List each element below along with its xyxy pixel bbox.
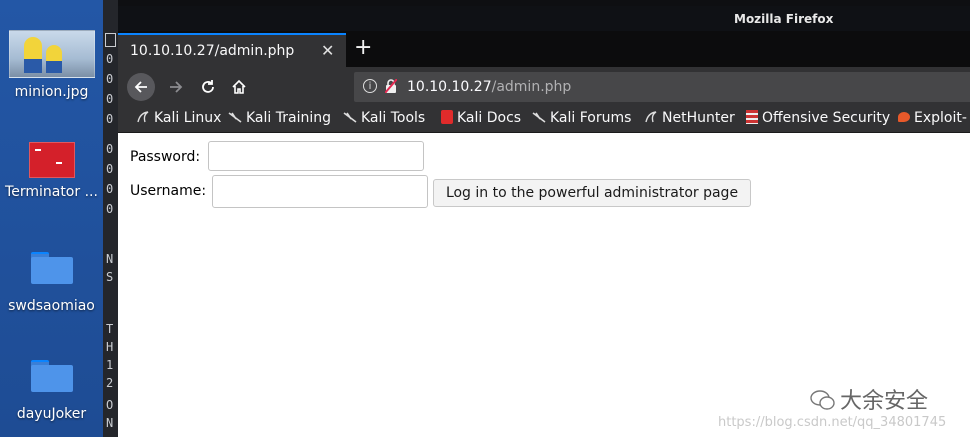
exploitdb-icon [898, 112, 910, 122]
forward-button[interactable] [162, 73, 190, 101]
login-submit-button[interactable]: Log in to the powerful administrator pag… [433, 179, 751, 207]
bookmark-label: Exploit- [914, 110, 967, 126]
password-label: Password: [130, 149, 201, 165]
terminal-char: O [106, 398, 114, 412]
terminal-char: S [106, 270, 114, 284]
arrow-right-icon [170, 81, 183, 93]
reload-icon [202, 80, 214, 93]
bookmark-nethunter[interactable]: NetHunter [644, 110, 735, 126]
wechat-icon [810, 390, 835, 410]
desktop-icon-swdsaomiao[interactable]: swdsaomiao [0, 252, 103, 314]
folder-icon [30, 360, 73, 392]
terminal-char: 0 [106, 182, 114, 196]
desktop-icon-label: minion.jpg [14, 84, 89, 100]
url-host: 10.10.10.27 [407, 79, 492, 95]
url-path: /admin.php [491, 79, 572, 95]
arrow-left-icon [134, 81, 147, 93]
desktop-icon-minion[interactable]: minion.jpg [0, 30, 103, 100]
reload-button[interactable] [194, 73, 222, 101]
terminal-char: 2 [106, 376, 114, 390]
bookmark-label: NetHunter [662, 110, 735, 126]
bookmark-kali-docs[interactable]: Kali Docs [441, 110, 521, 126]
bookmarks-toolbar: Kali Linux Kali Training Kali Tools Kali… [118, 107, 970, 133]
page-content: Password: Username: Log in to the powerf… [118, 133, 970, 437]
desktop-icon-dayujoker[interactable]: dayuJoker [0, 360, 103, 422]
url-bar[interactable]: i 10.10.10.27/admin.php [354, 72, 970, 102]
tab-strip: 10.10.10.27/admin.php ✕ + [118, 31, 970, 67]
home-button[interactable] [225, 73, 253, 101]
image-thumbnail [8, 30, 95, 78]
terminator-icon [28, 142, 75, 178]
terminal-char: 0 [106, 162, 114, 176]
bookmark-kali-linux[interactable]: Kali Linux [136, 110, 221, 126]
desktop-icon-label: Terminator ... [5, 184, 98, 200]
tab-admin-php[interactable]: 10.10.10.27/admin.php ✕ [118, 33, 346, 67]
terminal-char: N [106, 416, 114, 430]
desktop-icon-label: dayuJoker [16, 406, 87, 422]
window-title: Mozilla Firefox [734, 12, 834, 26]
terminal-char: 0 [106, 72, 114, 86]
bookmark-exploit-db[interactable]: Exploit- [898, 110, 967, 126]
bookmark-label: Kali Linux [154, 110, 222, 126]
terminal-char: 1 [106, 358, 114, 372]
terminal-char: 0 [106, 92, 114, 106]
watermark-brand: 大余安全 [810, 383, 928, 415]
desktop-icon-terminator[interactable]: Terminator ... [0, 142, 103, 200]
bookmark-offensive-security[interactable]: Offensive Security [746, 110, 890, 126]
kali-dragon-icon [532, 112, 546, 123]
tab-title: 10.10.10.27/admin.php [130, 43, 295, 59]
bookmark-kali-training[interactable]: Kali Training [228, 110, 331, 126]
username-field[interactable] [212, 175, 428, 208]
desktop-icon-label: swdsaomiao [8, 298, 95, 314]
kali-dragon-icon [343, 112, 357, 123]
bookmark-label: Kali Training [246, 110, 331, 126]
kali-dragon-icon [645, 111, 657, 123]
password-field[interactable] [208, 141, 424, 171]
terminal-char: 0 [106, 112, 114, 126]
bookmark-label: Kali Docs [457, 110, 522, 126]
folder-icon [30, 252, 73, 284]
firefox-window: Mozilla Firefox 10.10.10.27/admin.php ✕ … [118, 6, 970, 437]
bookmark-label: Kali Tools [361, 110, 426, 126]
info-icon[interactable]: i [363, 79, 377, 93]
kali-docs-icon [441, 110, 453, 124]
url-text: 10.10.10.27/admin.php [407, 79, 571, 95]
terminal-char: T [106, 322, 114, 336]
bookmark-kali-forums[interactable]: Kali Forums [532, 110, 631, 126]
kali-dragon-icon [137, 111, 149, 123]
terminal-char: 0 [106, 52, 114, 66]
close-tab-icon[interactable]: ✕ [321, 41, 334, 60]
back-button[interactable] [127, 73, 155, 101]
terminal-char: N [106, 252, 114, 266]
desktop: minion.jpg Terminator ... swdsaomiao day… [0, 0, 103, 437]
watermark-brand-text: 大余安全 [840, 389, 929, 414]
watermark-url: https://blog.csdn.net/qq_34801745 [718, 415, 947, 430]
terminal-cursor-box [105, 33, 116, 47]
window-title-bar[interactable]: Mozilla Firefox [118, 6, 970, 31]
bookmark-label: Kali Forums [550, 110, 632, 126]
new-tab-icon[interactable]: + [354, 35, 372, 60]
navigation-toolbar: i 10.10.10.27/admin.php [118, 67, 970, 107]
kali-dragon-icon [228, 112, 242, 123]
insecure-lock-icon[interactable] [385, 79, 397, 93]
username-label: Username: [130, 183, 207, 199]
terminal-window-edge[interactable]: 0 0 0 0 0 0 0 0 N S T H 1 2 O N [103, 0, 118, 437]
bookmark-label: Offensive Security [762, 110, 891, 126]
terminal-char: H [106, 340, 114, 354]
terminal-char: 0 [106, 202, 114, 216]
terminal-char: 0 [106, 142, 114, 156]
home-icon [232, 79, 246, 94]
bookmark-kali-tools[interactable]: Kali Tools [343, 110, 425, 126]
offsec-icon [746, 110, 758, 124]
